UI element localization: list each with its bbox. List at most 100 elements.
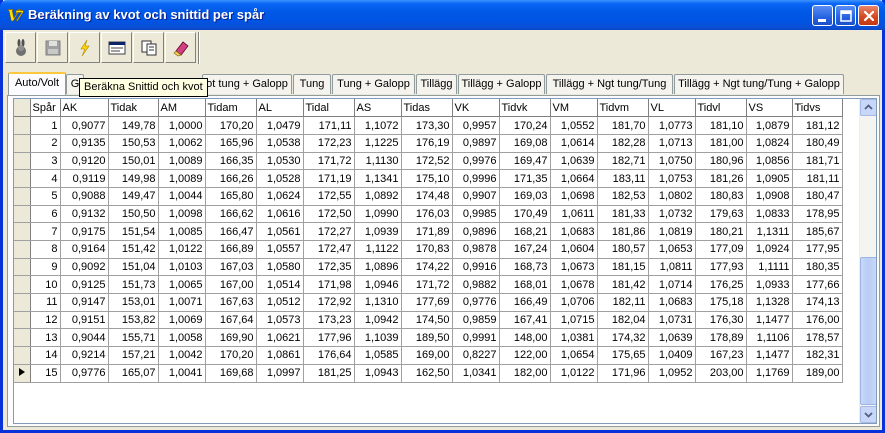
- table-cell[interactable]: 0,9164: [60, 240, 109, 259]
- table-cell[interactable]: 182,31: [792, 346, 843, 365]
- table-cell[interactable]: 1,0715: [550, 311, 598, 330]
- table-cell[interactable]: 171,72: [401, 275, 453, 295]
- table-cell[interactable]: 178,57: [792, 328, 843, 348]
- table-cell[interactable]: 1,0731: [648, 311, 696, 330]
- table-cell[interactable]: 185,67: [792, 222, 843, 241]
- table-cell[interactable]: 1,0573: [256, 311, 304, 330]
- table-cell[interactable]: 1,0924: [746, 240, 793, 259]
- row-selector[interactable]: [14, 169, 31, 188]
- table-cell[interactable]: 1,1106: [746, 328, 793, 348]
- column-header-tidvk[interactable]: Tidvk: [499, 99, 551, 118]
- table-cell[interactable]: 13: [30, 328, 61, 348]
- table-cell[interactable]: 1,0530: [256, 152, 304, 171]
- column-header-tidvm[interactable]: Tidvm: [597, 99, 649, 118]
- table-cell[interactable]: 12: [30, 311, 61, 330]
- table-cell[interactable]: 0,9916: [452, 258, 500, 277]
- table-cell[interactable]: 149,78: [108, 116, 159, 135]
- column-header-vk[interactable]: VK: [452, 99, 500, 118]
- tab-tillagg-galopp[interactable]: Tillägg + Galopp: [458, 74, 545, 94]
- table-cell[interactable]: 1,1225: [354, 134, 402, 153]
- table-cell[interactable]: 1,0479: [256, 116, 304, 135]
- table-cell[interactable]: 176,03: [401, 205, 453, 224]
- table-cell[interactable]: 1,0089: [158, 169, 206, 188]
- table-cell[interactable]: 0,9897: [452, 134, 500, 153]
- table-cell[interactable]: 1,0905: [746, 169, 793, 188]
- table-row[interactable]: 12 0,9151 153,82 1,0069 167,64 1,0573 173,23 1,…: [14, 311, 843, 330]
- table-cell[interactable]: 150,01: [108, 152, 159, 171]
- table-cell[interactable]: 166,49: [499, 293, 551, 312]
- table-cell[interactable]: 177,93: [695, 258, 747, 277]
- table-cell[interactable]: 166,47: [205, 222, 257, 241]
- table-cell[interactable]: 172,92: [303, 293, 355, 312]
- table-cell[interactable]: 1,0381: [550, 328, 598, 348]
- column-header-tidam[interactable]: Tidam: [205, 99, 257, 118]
- table-cell[interactable]: 171,11: [303, 116, 355, 135]
- table-cell[interactable]: 1,0943: [354, 364, 402, 383]
- table-cell[interactable]: 1,0908: [746, 187, 793, 206]
- table-cell[interactable]: 0,9088: [60, 187, 109, 206]
- table-cell[interactable]: 169,68: [205, 364, 257, 383]
- row-selector[interactable]: [14, 152, 31, 171]
- table-cell[interactable]: 1,0512: [256, 293, 304, 312]
- copy-button[interactable]: [133, 32, 164, 63]
- table-cell[interactable]: 1,0861: [256, 346, 304, 365]
- table-cell[interactable]: 1,0952: [648, 364, 696, 383]
- table-cell[interactable]: 181,86: [597, 222, 649, 241]
- table-cell[interactable]: 1,0939: [354, 222, 402, 241]
- table-cell[interactable]: 0,9878: [452, 240, 500, 259]
- table-cell[interactable]: 1,0698: [550, 187, 598, 206]
- table-cell[interactable]: 170,24: [499, 116, 551, 135]
- table-cell[interactable]: 1,0824: [746, 134, 793, 153]
- table-cell[interactable]: 1,0713: [648, 134, 696, 153]
- row-selector[interactable]: [14, 293, 31, 312]
- table-cell[interactable]: 170,20: [205, 116, 257, 135]
- table-cell[interactable]: 0,9859: [452, 311, 500, 330]
- table-cell[interactable]: 166,35: [205, 152, 257, 171]
- table-cell[interactable]: 167,63: [205, 293, 257, 312]
- table-cell[interactable]: 168,21: [499, 222, 551, 241]
- table-cell[interactable]: 171,96: [597, 364, 649, 383]
- table-cell[interactable]: 1,1311: [746, 222, 793, 241]
- table-cell[interactable]: 172,35: [303, 258, 355, 277]
- tab-tillagg[interactable]: Tillägg: [416, 74, 457, 94]
- table-cell[interactable]: 1,0714: [648, 275, 696, 295]
- table-cell[interactable]: 1,0580: [256, 258, 304, 277]
- table-cell[interactable]: 4: [30, 169, 61, 188]
- table-row[interactable]: 13 0,9044 155,71 1,0058 169,90 1,0621 177,96 1,…: [14, 328, 843, 348]
- table-cell[interactable]: 171,35: [499, 169, 551, 188]
- table-cell[interactable]: 1,0616: [256, 205, 304, 224]
- table-cell[interactable]: 177,09: [695, 240, 747, 259]
- table-cell[interactable]: 176,64: [303, 346, 355, 365]
- table-cell[interactable]: 7: [30, 222, 61, 241]
- row-selector[interactable]: [14, 258, 31, 277]
- table-cell[interactable]: 181,15: [597, 258, 649, 277]
- table-cell[interactable]: 151,73: [108, 275, 159, 295]
- column-header-al[interactable]: AL: [256, 99, 304, 118]
- table-cell[interactable]: 177,66: [792, 275, 843, 295]
- table-cell[interactable]: 1,0042: [158, 346, 206, 365]
- table-cell[interactable]: 1,0654: [550, 346, 598, 365]
- table-cell[interactable]: 176,25: [695, 275, 747, 295]
- eraser-button[interactable]: [165, 32, 196, 63]
- row-selector[interactable]: [14, 275, 31, 295]
- table-cell[interactable]: 0,9957: [452, 116, 500, 135]
- table-cell[interactable]: 176,00: [792, 311, 843, 330]
- tab-tillagg-ngt-tung-galopp[interactable]: Tillägg + Ngt tung/Tung + Galopp: [674, 74, 844, 94]
- table-cell[interactable]: 180,21: [695, 222, 747, 241]
- table-cell[interactable]: 173,23: [303, 311, 355, 330]
- table-row[interactable]: 14 0,9214 157,21 1,0042 170,20 1,0861 176,64 1,…: [14, 346, 843, 365]
- table-cell[interactable]: 177,69: [401, 293, 453, 312]
- table-cell[interactable]: 181,11: [792, 169, 843, 188]
- table-cell[interactable]: 155,71: [108, 328, 159, 348]
- table-cell[interactable]: 0,8227: [452, 346, 500, 365]
- title-bar[interactable]: V 7 Beräkning av kvot och snittid per sp…: [0, 0, 885, 30]
- table-cell[interactable]: 1,0065: [158, 275, 206, 295]
- table-row[interactable]: 1 0,9077 149,78 1,0000 170,20 1,0479 171,11 1,1…: [14, 116, 843, 135]
- table-cell[interactable]: 166,62: [205, 205, 257, 224]
- table-cell[interactable]: 1,0753: [648, 169, 696, 188]
- row-selector[interactable]: [14, 364, 31, 383]
- column-header-tidak[interactable]: Tidak: [108, 99, 159, 118]
- table-cell[interactable]: 182,00: [499, 364, 551, 383]
- row-selector[interactable]: [14, 222, 31, 241]
- table-cell[interactable]: 0,9882: [452, 275, 500, 295]
